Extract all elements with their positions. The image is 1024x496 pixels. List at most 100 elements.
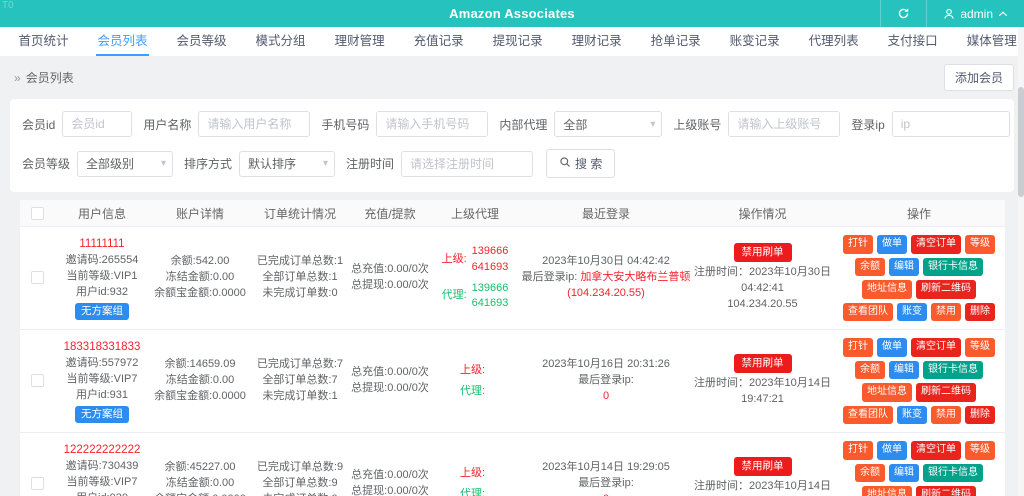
user-menu[interactable]: admin bbox=[926, 0, 1024, 27]
view-team-button[interactable]: 查看团队 bbox=[843, 302, 893, 321]
address-info-button[interactable]: 地址信息 bbox=[862, 280, 912, 299]
refresh-qr-button[interactable]: 刷新二维码 bbox=[916, 486, 976, 496]
nav-tab-5[interactable]: 充值记录 bbox=[399, 27, 478, 56]
column-header-1: 账户详情 bbox=[175, 206, 224, 221]
inject-button[interactable]: 打针 bbox=[843, 441, 873, 460]
refresh-qr-button[interactable]: 刷新二维码 bbox=[916, 280, 976, 299]
nav-tab-9[interactable]: 账变记录 bbox=[715, 27, 794, 56]
filter-label-member-id: 会员id bbox=[22, 117, 56, 132]
filter-item-user-name: 用户名称 bbox=[143, 111, 311, 137]
make-order-button[interactable]: 做单 bbox=[877, 235, 907, 254]
nav-tab-0[interactable]: 首页统计 bbox=[4, 27, 83, 56]
refresh-qr-button[interactable]: 刷新二维码 bbox=[916, 383, 976, 402]
phone-input[interactable] bbox=[376, 111, 489, 137]
filter-label-member-level: 会员等级 bbox=[22, 157, 71, 171]
account-detail-cell: 余额:542.00 冻结金额:0.00 余额宝金额:0.0000 bbox=[150, 254, 250, 302]
user-name-input[interactable] bbox=[198, 111, 311, 137]
orders-total: 全部订单总数:7 bbox=[262, 374, 338, 387]
inject-button[interactable]: 打针 bbox=[843, 235, 873, 254]
view-team-button[interactable]: 查看团队 bbox=[843, 405, 893, 424]
nav-tab-7[interactable]: 理财记录 bbox=[557, 27, 636, 56]
balance-button[interactable]: 余额 bbox=[855, 257, 885, 276]
last-login-ip-label: 最后登录ip: bbox=[578, 477, 634, 490]
internal-agent-select[interactable]: 全部 ▾ bbox=[554, 111, 663, 137]
total-recharge: 总充值:0.00/0次 bbox=[351, 366, 429, 379]
disable-button[interactable]: 禁用 bbox=[931, 405, 961, 424]
account-change-button[interactable]: 账变 bbox=[897, 405, 927, 424]
inject-button[interactable]: 打针 bbox=[843, 338, 873, 357]
agent-label: 代理: bbox=[459, 384, 486, 397]
balance-button[interactable]: 余额 bbox=[855, 360, 885, 379]
member-level-select[interactable]: 全部级别 ▾ bbox=[77, 150, 174, 177]
last-login-ip-label: 最后登录ip: bbox=[521, 271, 578, 284]
last-login-time: 2023年10月14日 19:29:05 bbox=[542, 461, 670, 474]
row-checkbox[interactable] bbox=[30, 270, 44, 284]
nav-tab-2[interactable]: 会员等级 bbox=[162, 27, 241, 56]
scrollbar-thumb[interactable] bbox=[1018, 87, 1024, 197]
sort-order-select[interactable]: 默认排序 ▾ bbox=[239, 150, 336, 177]
address-info-button[interactable]: 地址信息 bbox=[862, 383, 912, 402]
register-time-label: 注册时间： bbox=[694, 377, 750, 390]
total-withdraw: 总提现:0.00/0次 bbox=[351, 485, 429, 496]
row-checkbox[interactable] bbox=[30, 476, 44, 490]
edit-button[interactable]: 编辑 bbox=[889, 360, 919, 379]
last-login-ip-label: 最后登录ip: bbox=[578, 374, 634, 387]
column-header-4: 上级代理 bbox=[450, 206, 499, 221]
nav-tab-11[interactable]: 支付接口 bbox=[873, 27, 952, 56]
nav-tab-8[interactable]: 抢单记录 bbox=[636, 27, 715, 56]
level-button[interactable]: 等级 bbox=[965, 441, 995, 460]
balance-button[interactable]: 余额 bbox=[855, 463, 885, 482]
table-body: 11111111 邀请码:265554 当前等级:VIP1 用户id:932 无… bbox=[20, 227, 1005, 496]
select-all-checkbox[interactable] bbox=[30, 207, 44, 221]
search-button[interactable]: 搜 索 bbox=[546, 149, 616, 178]
bank-card-info-button[interactable]: 银行卡信息 bbox=[923, 257, 983, 276]
nav-tab-3[interactable]: 模式分组 bbox=[241, 27, 320, 56]
nav-tab-6[interactable]: 提现记录 bbox=[478, 27, 557, 56]
edit-button[interactable]: 编辑 bbox=[889, 463, 919, 482]
invite-code: 邀请码:265554 bbox=[65, 253, 139, 266]
address-info-button[interactable]: 地址信息 bbox=[862, 486, 912, 496]
superior-label: 上级: bbox=[441, 252, 467, 265]
clear-orders-button[interactable]: 清空订单 bbox=[911, 235, 961, 254]
nav-tab-10[interactable]: 代理列表 bbox=[794, 27, 873, 56]
nav-tab-4[interactable]: 理财管理 bbox=[320, 27, 399, 56]
add-member-button[interactable]: 添加会员 bbox=[943, 64, 1014, 91]
make-order-button[interactable]: 做单 bbox=[877, 441, 907, 460]
total-recharge: 总充值:0.00/0次 bbox=[351, 263, 429, 276]
delete-button[interactable]: 删除 bbox=[965, 405, 995, 424]
refresh-button[interactable] bbox=[880, 0, 926, 27]
clear-orders-button[interactable]: 清空订单 bbox=[911, 441, 961, 460]
edit-button[interactable]: 编辑 bbox=[889, 257, 919, 276]
table-header: 用户信息 账户详情 订单统计情况 充值/提款 上级代理 最近登录 操作情况 操作 bbox=[20, 200, 1005, 227]
filter-row-1: 会员id用户名称手机号码内部代理全部▾上级账号登录ip方案组全部方案组▾邀请码 bbox=[22, 111, 1024, 137]
orders-total: 全部订单总数:1 bbox=[262, 271, 338, 284]
level-button[interactable]: 等级 bbox=[965, 338, 995, 357]
clear-orders-button[interactable]: 清空订单 bbox=[911, 338, 961, 357]
row-checkbox[interactable] bbox=[30, 373, 44, 387]
account-change-button[interactable]: 账变 bbox=[897, 302, 927, 321]
nav-tab-1[interactable]: 会员列表 bbox=[83, 27, 162, 56]
member-id-input[interactable] bbox=[62, 111, 133, 137]
level-button[interactable]: 等级 bbox=[965, 235, 995, 254]
member-level: 当前等级:VIP7 bbox=[66, 475, 138, 488]
nav-tab-12[interactable]: 媒体管理 bbox=[952, 27, 1024, 56]
bank-card-info-button[interactable]: 银行卡信息 bbox=[923, 463, 983, 482]
chevron-down-icon: ▾ bbox=[323, 158, 329, 169]
register-time-input[interactable] bbox=[401, 150, 534, 177]
table-row: 122222222222 邀请码:730439 当前等级:VIP7 用户id:9… bbox=[20, 433, 1005, 496]
operation-status-cell: 禁用刷单 注册时间：2023年10月30日 04:42:41 104.234.2… bbox=[692, 242, 833, 313]
vertical-scrollbar[interactable] bbox=[1018, 27, 1024, 496]
make-order-button[interactable]: 做单 bbox=[877, 338, 907, 357]
delete-button[interactable]: 删除 bbox=[965, 302, 995, 321]
filter-label-superior-account: 上级账号 bbox=[673, 117, 722, 132]
recharge-withdraw-cell: 总充值:0.00/0次 总提现:0.00/0次 bbox=[350, 468, 430, 496]
filter-item-sort-order: 排序方式 默认排序 ▾ bbox=[184, 150, 336, 177]
login-ip-input[interactable] bbox=[891, 111, 1010, 137]
last-login-cell: 2023年10月14日 19:29:05 最后登录ip: 0 bbox=[520, 460, 692, 496]
disable-button[interactable]: 禁用 bbox=[931, 302, 961, 321]
superior-account-input[interactable] bbox=[728, 111, 841, 137]
user-id: 用户id:932 bbox=[76, 285, 128, 298]
filter-label-sort-order: 排序方式 bbox=[184, 157, 233, 171]
app-title: Amazon Associates bbox=[449, 6, 575, 21]
bank-card-info-button[interactable]: 银行卡信息 bbox=[923, 360, 983, 379]
